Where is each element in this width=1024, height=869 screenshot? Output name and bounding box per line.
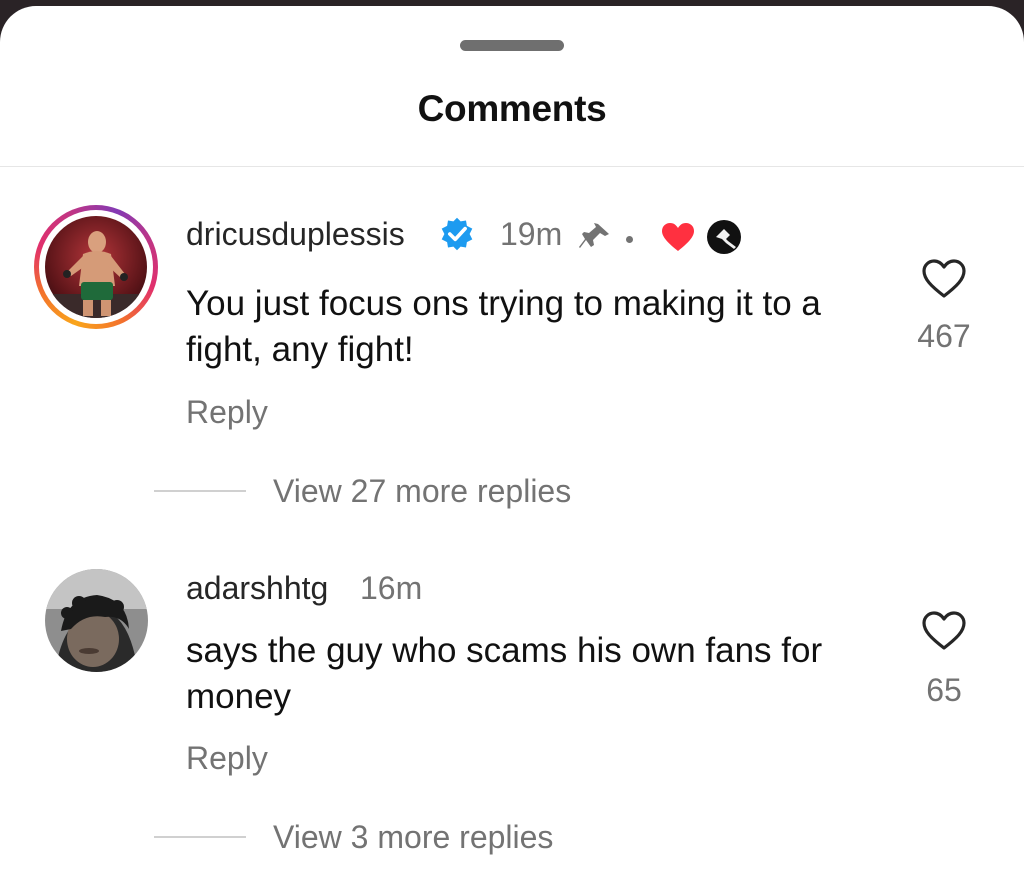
drag-handle[interactable] [460, 40, 564, 51]
comments-sheet: Comments dricusduplessis 19m You just fo… [0, 6, 1024, 869]
like-button[interactable] [920, 610, 968, 657]
sheet-title: Comments [417, 88, 607, 129]
replies-line [154, 836, 246, 838]
comment-timestamp: 19m [500, 216, 563, 252]
like-button[interactable] [920, 258, 968, 305]
like-count: 65 [926, 672, 962, 708]
view-more-replies-button[interactable]: View 27 more replies [273, 473, 571, 510]
avatar[interactable] [45, 216, 147, 318]
comment-username[interactable]: dricusduplessis [186, 216, 405, 253]
fighter-photo-icon [45, 216, 147, 318]
reply-button[interactable]: Reply [186, 394, 268, 431]
pin-icon [578, 221, 612, 256]
like-count: 467 [917, 318, 971, 354]
view-more-replies-button[interactable]: View 3 more replies [273, 819, 553, 856]
user-photo-icon [45, 569, 148, 672]
comment-timestamp: 16m [360, 570, 423, 606]
avatar[interactable] [45, 569, 148, 672]
verified-badge-icon [439, 216, 475, 257]
creator-avatar-icon [706, 219, 742, 260]
comment-text: says the guy who scams his own fans for … [186, 631, 823, 716]
comment-text: You just focus ons trying to making it t… [186, 284, 821, 369]
heart-outline-icon [922, 611, 966, 650]
comment-username[interactable]: adarshhtg [186, 570, 328, 607]
replies-line [154, 490, 246, 492]
header-divider [0, 166, 1024, 167]
heart-outline-icon [922, 259, 966, 298]
reply-button[interactable]: Reply [186, 740, 268, 777]
separator-dot [626, 236, 633, 243]
creator-liked-heart-icon [660, 221, 696, 258]
